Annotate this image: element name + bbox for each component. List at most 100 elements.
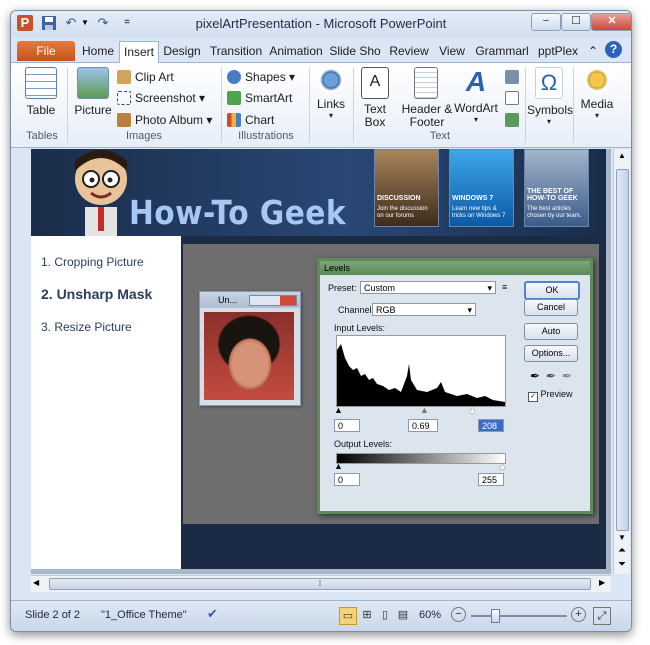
screenshot-icon xyxy=(117,91,131,105)
gray-eyedropper-icon[interactable]: ✒ xyxy=(546,369,556,383)
links-icon xyxy=(318,67,344,93)
date-time-button[interactable] xyxy=(505,89,523,107)
windows7-tile: WINDOWS 7 Learn new tips & tricks on Win… xyxy=(449,149,514,227)
white-output-slider[interactable]: ▲ xyxy=(498,461,507,471)
horizontal-scroll-thumb[interactable]: ⁞ xyxy=(49,578,591,590)
close-button[interactable]: ✕ xyxy=(591,13,631,31)
tab-design[interactable]: Design xyxy=(160,41,204,61)
options-button[interactable]: Options... xyxy=(524,345,578,362)
ribbon-insert: Table Tables Picture Clip Art Screenshot… xyxy=(11,63,631,148)
fit-slide-icon[interactable]: ⤢ xyxy=(593,607,611,625)
slide[interactable]: How-To Geek DISCUSSION Join the discussi… xyxy=(31,149,606,569)
auto-button[interactable]: Auto xyxy=(524,323,578,340)
wordart-icon: A xyxy=(465,66,487,97)
shapes-icon xyxy=(227,70,241,84)
ok-button[interactable]: OK xyxy=(524,281,580,300)
list-item[interactable]: 3. Resize Picture xyxy=(41,320,132,334)
slide-banner: How-To Geek DISCUSSION Join the discussi… xyxy=(31,149,606,236)
input-gamma-field[interactable]: 0.69 xyxy=(408,419,438,432)
minimize-button[interactable]: − xyxy=(531,13,561,31)
preview-checkbox[interactable]: ✓ Preview xyxy=(528,389,573,402)
title-bar: P ↶ ▼ ↷ = pixelArtPresentation - Microso… xyxy=(11,11,631,37)
slide-sorter-view-icon[interactable]: ⊞ xyxy=(359,607,375,623)
text-box-button[interactable]: A Text Box xyxy=(357,67,393,129)
links-button[interactable]: Links ▾ xyxy=(311,67,351,120)
normal-view-icon[interactable]: ▭ xyxy=(339,607,357,625)
media-icon xyxy=(584,67,610,93)
object-button[interactable] xyxy=(505,111,523,129)
wordart-button[interactable]: A WordArt ▾ xyxy=(453,66,499,125)
group-label-images: Images xyxy=(125,130,163,142)
media-button[interactable]: Media ▾ xyxy=(575,67,619,120)
screenshot-button[interactable]: Screenshot ▾ xyxy=(117,89,205,107)
screenshot-image[interactable]: Un... Levels Preset: Custom ▾ ≡ Channel: … xyxy=(183,244,599,524)
chart-button[interactable]: Chart xyxy=(227,111,274,129)
scroll-left-icon[interactable]: ◀ xyxy=(33,578,39,587)
zoom-out-icon[interactable]: − xyxy=(451,607,466,622)
black-input-slider[interactable]: ▲ xyxy=(334,405,343,415)
zoom-slider[interactable] xyxy=(471,609,567,623)
input-white-field[interactable]: 208 xyxy=(478,419,504,432)
tab-grammarly[interactable]: Grammarl xyxy=(473,41,531,61)
tab-file[interactable]: File xyxy=(17,41,75,61)
next-slide-icon[interactable]: ⏷ xyxy=(614,559,630,570)
symbols-button[interactable]: Ω Symbols ▾ xyxy=(527,67,573,126)
signature-line-icon xyxy=(505,70,519,84)
scroll-up-icon[interactable]: ▲ xyxy=(614,149,630,163)
black-output-slider[interactable]: ▲ xyxy=(334,461,343,471)
horizontal-scrollbar[interactable]: ◀ ⁞ ▶ xyxy=(31,575,611,592)
photo-album-icon xyxy=(117,113,131,127)
black-eyedropper-icon[interactable]: ✒ xyxy=(530,369,540,383)
tab-home[interactable]: Home xyxy=(79,41,117,61)
zoom-level[interactable]: 60% xyxy=(419,609,441,621)
photo-album-button[interactable]: Photo Album ▾ xyxy=(117,111,212,129)
output-white-field[interactable]: 255 xyxy=(478,473,504,486)
list-item[interactable]: 2. Unsharp Mask xyxy=(41,286,152,302)
previous-slide-icon[interactable]: ⏶ xyxy=(614,545,630,556)
scroll-right-icon[interactable]: ▶ xyxy=(599,578,605,587)
maximize-button[interactable]: ☐ xyxy=(561,13,591,31)
scroll-thumb[interactable] xyxy=(616,169,629,531)
tab-animations[interactable]: Animation xyxy=(267,41,325,61)
minimize-ribbon-icon[interactable]: ⌃ xyxy=(585,41,601,61)
cancel-button[interactable]: Cancel xyxy=(524,299,578,316)
tab-insert[interactable]: Insert xyxy=(119,41,159,63)
powerpoint-window: P ↶ ▼ ↷ = pixelArtPresentation - Microso… xyxy=(10,10,632,632)
white-input-slider[interactable]: ▲ xyxy=(468,405,477,415)
tab-view[interactable]: View xyxy=(435,41,469,61)
smartart-button[interactable]: SmartArt xyxy=(227,89,292,107)
help-icon[interactable]: ? xyxy=(605,41,622,58)
preset-options-icon[interactable]: ≡ xyxy=(502,282,507,292)
spell-check-icon[interactable]: ✔ xyxy=(207,606,218,622)
list-item[interactable]: 1. Cropping Picture xyxy=(41,255,144,269)
zoom-slider-thumb[interactable] xyxy=(491,609,500,623)
tab-transitions[interactable]: Transition xyxy=(208,41,264,61)
theme-name[interactable]: "1_Office Theme" xyxy=(101,609,187,621)
clip-art-button[interactable]: Clip Art xyxy=(117,68,174,86)
reading-view-icon[interactable]: ▯ xyxy=(377,607,393,623)
tab-slide-show[interactable]: Slide Sho xyxy=(329,41,381,61)
input-black-field[interactable]: 0 xyxy=(334,419,360,432)
table-button[interactable]: Table xyxy=(21,67,61,117)
white-eyedropper-icon[interactable]: ✒ xyxy=(562,369,572,383)
tab-pptplex[interactable]: pptPlex xyxy=(535,41,581,61)
gray-input-slider[interactable]: ▲ xyxy=(420,405,429,415)
tab-review[interactable]: Review xyxy=(388,41,430,61)
group-label-illustrations: Illustrations xyxy=(238,130,294,142)
photoshop-document-window: Un... xyxy=(199,291,301,406)
preset-select[interactable]: Custom ▾ xyxy=(360,281,496,294)
signature-line-button[interactable] xyxy=(505,68,523,86)
header-footer-button[interactable]: Header & Footer xyxy=(401,67,452,129)
output-black-field[interactable]: 0 xyxy=(334,473,360,486)
mini-window-controls xyxy=(249,295,297,306)
histogram xyxy=(336,335,506,407)
channel-select[interactable]: RGB ▾ xyxy=(372,303,476,316)
slide-show-view-icon[interactable]: ▤ xyxy=(395,607,411,623)
picture-button[interactable]: Picture xyxy=(73,67,113,117)
zoom-in-icon[interactable]: + xyxy=(571,607,586,622)
scroll-down-icon[interactable]: ▼ xyxy=(614,533,630,542)
vertical-scrollbar[interactable]: ▲ ▼ ⏶ ⏷ xyxy=(613,149,630,574)
checkbox-icon: ✓ xyxy=(528,392,538,402)
shapes-button[interactable]: Shapes ▾ xyxy=(227,68,295,86)
slide-editor[interactable]: How-To Geek DISCUSSION Join the discussi… xyxy=(31,149,611,574)
